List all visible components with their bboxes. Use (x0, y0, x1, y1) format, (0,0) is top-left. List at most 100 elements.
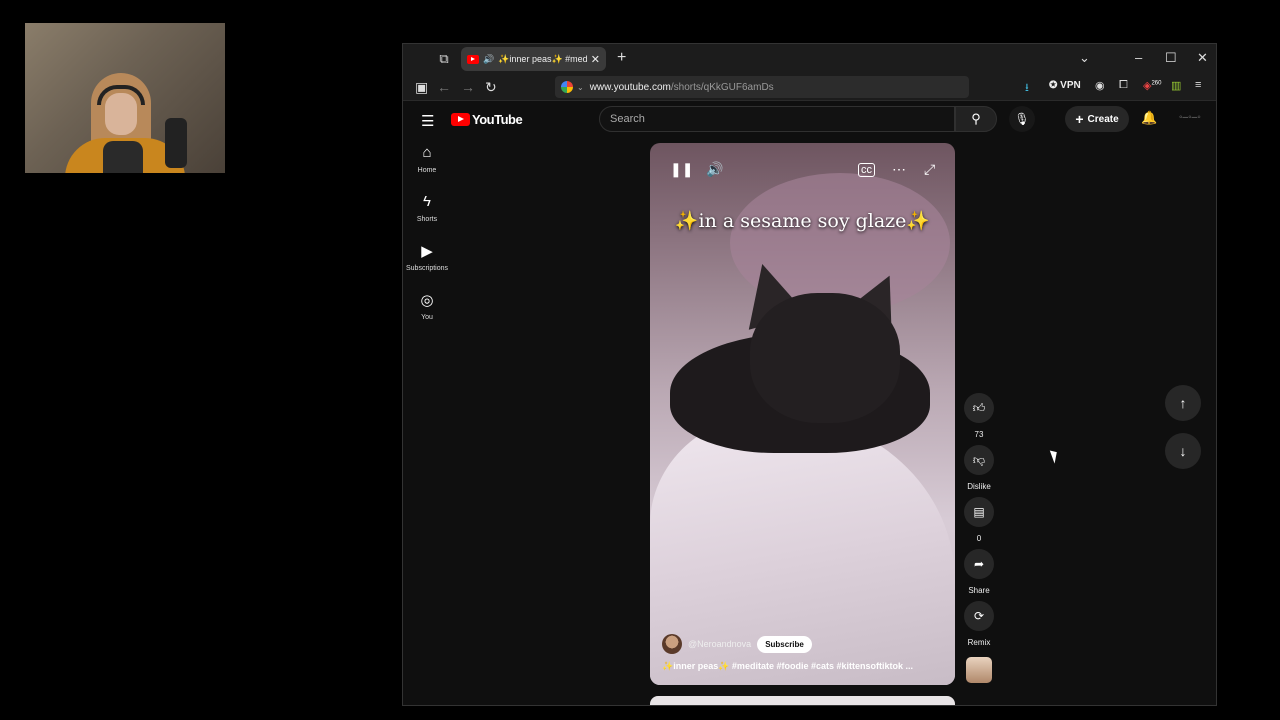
tab-title: ✨inner peas✨ #meditate #foodie #cats #ki… (498, 53, 587, 64)
forward-icon[interactable]: → (461, 79, 475, 95)
address-bar: ▣ ← → ↻ ⌄ www.youtube.com/shorts/qKkGUF6… (403, 74, 1216, 101)
youtube-header: ☰ YouTube Search ⚲ 🎙 + Create 🔔 ◦–◦–◦ (403, 102, 1216, 138)
tab-manager-icon[interactable]: ⧉ (436, 51, 452, 67)
dislike-label: Dislike (967, 482, 991, 491)
channel-avatar[interactable] (662, 634, 682, 654)
guide-menu-icon[interactable]: ☰ (421, 112, 434, 130)
comment-count: 0 (976, 534, 982, 543)
comment-icon: ▤ (973, 505, 985, 519)
vpn-label: VPN (1060, 80, 1081, 91)
pause-icon[interactable]: ❚❚ (670, 161, 693, 178)
active-tab[interactable]: 🔊 ✨inner peas✨ #meditate #foodie #cats #… (461, 47, 606, 71)
like-button[interactable]: 👍︎ (964, 393, 994, 423)
video-caption-overlay: ✨in a sesame soy glaze✨ (674, 210, 931, 232)
share-action: ➦ Share (961, 549, 997, 601)
engine-dropdown-icon[interactable]: ⌄ (577, 83, 584, 92)
comment-action: ▤ 0 (961, 497, 997, 549)
video-title[interactable]: ✨inner peas✨ #meditate #foodie #cats #ki… (662, 661, 942, 672)
cat-head (750, 293, 900, 423)
thumbs-up-icon: 👍︎ (972, 401, 986, 415)
download-icon[interactable]: ⭳ (1025, 79, 1029, 98)
notifications-bell-icon[interactable]: 🔔 (1141, 110, 1157, 126)
shorts-video-player[interactable]: ✨in a sesame soy glaze✨ ❚❚ 🔊 cc ⋯ ⤢ @Ner… (650, 143, 955, 685)
tab-list-dropdown-icon[interactable]: ⌄ (1079, 50, 1090, 66)
extensions-icon[interactable]: ⧠ (1119, 79, 1128, 92)
shorts-actions: 👍︎ 73 👎︎ Dislike ▤ 0 ➦ Share ⟳ Remix (961, 393, 997, 683)
subscriptions-icon: ▶ (421, 243, 433, 260)
shorts-icon: ϟ (423, 193, 431, 210)
sidebar-item-you[interactable]: ◎ You (403, 291, 451, 340)
dislike-action: 👎︎ Dislike (961, 445, 997, 497)
channel-handle[interactable]: @Neroandnova (688, 639, 751, 649)
thumbs-down-icon: 👎︎ (972, 453, 986, 467)
youtube-logo-icon (451, 113, 470, 126)
search-icon: ⚲ (971, 111, 981, 126)
microphone (165, 118, 187, 168)
webcam-overlay (25, 23, 225, 173)
maximize-button[interactable]: ☐ (1165, 50, 1177, 66)
person-shirt (103, 141, 143, 173)
close-window-button[interactable]: ✕ (1197, 50, 1208, 66)
fullscreen-icon[interactable]: ⤢ (924, 161, 935, 178)
plus-icon: + (1075, 111, 1084, 127)
browser-menu-icon[interactable]: ≡ (1195, 79, 1201, 91)
home-icon: ⌂ (422, 144, 432, 161)
sidebar-item-label: Subscriptions (405, 265, 449, 272)
google-icon (561, 81, 573, 93)
create-label: Create (1087, 113, 1119, 125)
search-input[interactable]: Search (599, 106, 955, 132)
you-icon: ◎ (420, 292, 434, 309)
sidebar-item-shorts[interactable]: ϟ Shorts (403, 193, 451, 242)
tab-close-icon[interactable]: ✕ (591, 53, 600, 66)
channel-info: @Neroandnova Subscribe (662, 634, 812, 654)
remix-icon: ⟳ (973, 609, 985, 623)
previous-short-button[interactable]: ↑ (1165, 385, 1201, 421)
mini-guide-sidebar: ⌂ Home ϟ Shorts ▶ Subscriptions ◎ You (403, 144, 451, 340)
arrow-down-icon: ↓ (1179, 443, 1187, 459)
sidebar-item-label: You (421, 314, 433, 321)
remix-button[interactable]: ⟳ (964, 601, 994, 631)
share-icon: ➦ (973, 557, 985, 571)
comment-button[interactable]: ▤ (964, 497, 994, 527)
sidebar-item-label: Home (417, 167, 437, 174)
extension-d-icon[interactable]: ◉ (1095, 79, 1105, 92)
url-path: /shorts/qKkGUF6amDs (670, 81, 774, 93)
arrow-up-icon: ↑ (1179, 395, 1187, 411)
next-short-button[interactable]: ↓ (1165, 433, 1201, 469)
captions-icon[interactable]: cc (858, 163, 875, 177)
sidebar-item-subscriptions[interactable]: ▶ Subscriptions (403, 242, 451, 291)
url-host: www.youtube.com (589, 81, 671, 93)
equalizer-icon[interactable]: ▥ (1171, 79, 1181, 92)
sleeping-cat (670, 256, 940, 463)
like-action: 👍︎ 73 (961, 393, 997, 445)
remix-action: ⟳ Remix (961, 601, 997, 653)
minimize-button[interactable]: – (1135, 50, 1142, 65)
remix-label: Remix (967, 638, 991, 647)
create-button[interactable]: + Create (1065, 106, 1129, 132)
voice-search-button[interactable]: 🎙 (1009, 106, 1035, 132)
next-short-preview[interactable] (650, 696, 955, 705)
youtube-logo[interactable]: YouTube (451, 112, 523, 127)
volume-icon[interactable]: 🔊 (706, 161, 723, 178)
back-icon[interactable]: ← (437, 79, 451, 95)
url-field[interactable]: ⌄ www.youtube.com/shorts/qKkGUF6amDs (555, 76, 969, 98)
youtube-logo-text: YouTube (472, 112, 523, 127)
reload-icon[interactable]: ↻ (485, 79, 497, 96)
sidebar-item-home[interactable]: ⌂ Home (403, 144, 451, 193)
sound-thumbnail[interactable] (966, 657, 992, 683)
sidebar-item-label: Shorts (416, 216, 438, 223)
youtube-favicon-icon (467, 54, 479, 64)
subscribe-button[interactable]: Subscribe (757, 635, 812, 653)
share-label: Share (968, 586, 990, 595)
more-options-icon[interactable]: ⋯ (892, 161, 906, 178)
audio-playing-icon[interactable]: 🔊 (483, 54, 494, 65)
new-tab-button[interactable]: + (617, 49, 626, 67)
vpn-button[interactable]: ✪ VPN (1049, 80, 1081, 91)
adblock-count: 260 (1151, 80, 1162, 87)
sidebar-toggle-icon[interactable]: ▣ (415, 79, 428, 96)
search-button[interactable]: ⚲ (955, 106, 997, 132)
dislike-button[interactable]: 👎︎ (964, 445, 994, 475)
adblock-icon[interactable]: ◈260 (1143, 79, 1161, 92)
account-loading-icon[interactable]: ◦–◦–◦ (1179, 112, 1201, 123)
share-button[interactable]: ➦ (964, 549, 994, 579)
